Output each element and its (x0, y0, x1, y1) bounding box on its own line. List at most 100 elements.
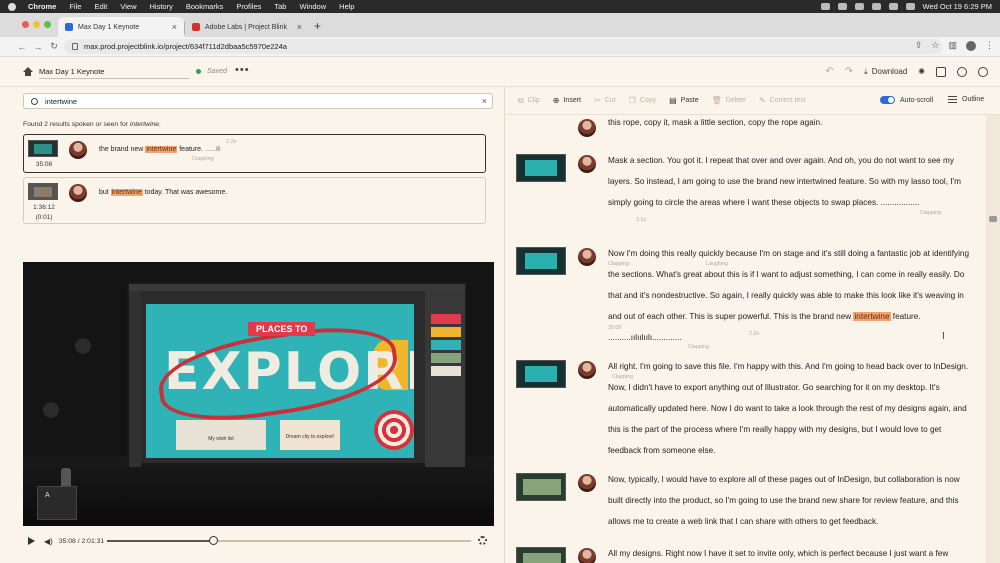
lightbulb-icon[interactable]: ✺ (918, 67, 925, 76)
new-tab-icon[interactable]: + (314, 19, 321, 33)
clip-button[interactable]: ⧉ Clip (518, 96, 540, 106)
delete-button[interactable]: 🗑 Delete (712, 96, 746, 105)
scissors-icon: ✂ (594, 96, 601, 105)
app-header: Max Day 1 Keynote Saved ••• ↶ ↷ ⤓ Downlo… (0, 57, 1000, 87)
project-title[interactable]: Max Day 1 Keynote (39, 67, 104, 76)
address-row: ← → ↻ max.prod.projectblink.io/project/6… (0, 37, 1000, 57)
delete-label: Delete (725, 97, 746, 104)
blink-favicon-icon (65, 23, 73, 31)
paste-button[interactable]: ▤ Paste (669, 96, 698, 105)
settings-gear-icon[interactable] (478, 536, 487, 545)
url-bar[interactable]: max.prod.projectblink.io/project/634f711… (64, 39, 942, 54)
battery-icon[interactable] (854, 3, 864, 10)
home-icon[interactable] (23, 67, 33, 76)
search-icon[interactable] (888, 3, 898, 10)
search-query: intertwine (45, 96, 78, 106)
search-result[interactable]: 1:36:12 (0:01) but intertwine today. Tha… (23, 177, 486, 224)
result-offset: (0:01) (35, 214, 53, 221)
cut-button[interactable]: ✂ Cut (594, 96, 616, 105)
apple-icon[interactable] (8, 2, 16, 11)
info-icon[interactable] (957, 66, 967, 77)
paragraph-thumbnail (516, 247, 566, 275)
status-icon[interactable] (820, 3, 830, 10)
outline-label: Outline (962, 96, 985, 103)
paragraph-text[interactable]: Mask a section. You got it. I repeat tha… (608, 150, 970, 213)
tab-keynote[interactable]: Max Day 1 Keynote × (58, 17, 184, 37)
outline-button[interactable]: Outline (948, 96, 984, 103)
forward-icon[interactable]: → (30, 42, 46, 52)
share-icon[interactable]: ⇪ (915, 40, 923, 51)
cut-label: Cut (604, 97, 616, 104)
close-tab-icon[interactable]: × (172, 22, 177, 32)
video-player[interactable]: EXPLORE PLACES TO My wish list Dream cit… (23, 262, 494, 526)
speaker-avatar (578, 474, 596, 492)
close-window-icon[interactable] (22, 21, 29, 28)
paragraph-text[interactable]: All my designs. Right now I have it set … (608, 543, 970, 563)
kebab-menu-icon[interactable]: ⋮ (985, 40, 994, 51)
copy-label: Copy (639, 97, 657, 104)
paragraph-text[interactable]: All right. I'm going to save this file. … (608, 356, 970, 461)
scrollbar-thumb[interactable] (989, 216, 997, 222)
sidebar-icon[interactable]: ▥ (948, 40, 957, 51)
insert-button[interactable]: ⊕ Insert (553, 96, 581, 105)
player-controls: ◀) 35:08 / 2:01:31 (23, 533, 493, 549)
user-icon[interactable] (978, 66, 988, 77)
adobe-logo: A (45, 492, 50, 499)
back-icon[interactable]: ← (14, 42, 30, 52)
time-marker: 35:08 (608, 325, 622, 331)
redo-icon[interactable]: ↷ (845, 66, 853, 77)
menu-profiles[interactable]: Profiles (236, 2, 261, 11)
status-icon[interactable] (837, 3, 847, 10)
result-highlight: intertwine (145, 146, 178, 153)
undo-icon[interactable]: ↶ (825, 66, 833, 77)
profile-avatar-icon[interactable] (966, 40, 976, 51)
menu-history[interactable]: History (150, 2, 173, 11)
duration-label: 2.2s (226, 139, 237, 145)
search-input[interactable]: intertwine × (23, 93, 493, 109)
paragraph-text[interactable]: they're all weaving in and out of each o… (608, 115, 970, 133)
menu-app-name[interactable]: Chrome (28, 2, 56, 11)
more-options-icon[interactable]: ••• (235, 64, 250, 76)
paragraph-text-before: Now I'm doing this really quickly becaus… (608, 249, 970, 321)
download-button[interactable]: ⤓ Download (864, 67, 907, 77)
scrubber-track[interactable] (107, 536, 471, 545)
control-center-icon[interactable] (905, 3, 915, 10)
scrubber-handle[interactable] (208, 536, 218, 545)
sound-annotation: Laughing (706, 261, 728, 267)
menu-help[interactable]: Help (339, 2, 354, 11)
volume-icon[interactable]: ◀) (44, 537, 53, 546)
close-tab-icon[interactable]: × (297, 22, 302, 32)
reload-icon[interactable]: ↻ (46, 41, 62, 52)
autoscroll-toggle[interactable]: Auto-scroll (880, 96, 933, 104)
paragraph-text[interactable]: Now, typically, I would have to explore … (608, 469, 970, 532)
minimize-window-icon[interactable] (33, 21, 40, 28)
lock-icon[interactable] (72, 43, 78, 50)
menu-tab[interactable]: Tab (274, 2, 286, 11)
correct-text-button[interactable]: ✎ Correct text (759, 96, 806, 105)
result-text-before: the brand new (99, 146, 146, 153)
paragraph-text[interactable]: Now I'm doing this really quickly becaus… (608, 243, 970, 348)
text-cursor-icon: I (942, 331, 945, 342)
copy-button[interactable]: ❐ Copy (629, 96, 657, 105)
tab-adobe-labs[interactable]: Adobe Labs | Project Blink × (185, 17, 309, 37)
play-icon[interactable] (28, 537, 35, 545)
search-result[interactable]: 35:08 the brand new intertwine feature. … (23, 134, 486, 173)
comment-icon[interactable] (936, 66, 946, 77)
clear-search-icon[interactable]: × (482, 96, 487, 106)
paste-label: Paste (680, 97, 699, 104)
menu-edit[interactable]: Edit (94, 2, 107, 11)
clock[interactable]: Wed Oct 19 6:29 PM (923, 2, 992, 11)
menu-file[interactable]: File (69, 2, 81, 11)
wifi-icon[interactable] (871, 3, 881, 10)
menu-window[interactable]: Window (299, 2, 326, 11)
insert-icon: ⊕ (552, 96, 560, 105)
zoom-window-icon[interactable] (44, 21, 51, 28)
menu-view[interactable]: View (120, 2, 136, 11)
sound-annotation: Clapping (688, 344, 709, 350)
search-highlight[interactable]: intertwine (853, 312, 891, 321)
transcript-scrollbar[interactable] (986, 115, 1000, 563)
menu-bookmarks[interactable]: Bookmarks (186, 2, 224, 11)
autoscroll-label: Auto-scroll (900, 96, 934, 104)
bookmark-star-icon[interactable]: ☆ (931, 40, 939, 51)
toggle-switch[interactable] (880, 96, 895, 104)
